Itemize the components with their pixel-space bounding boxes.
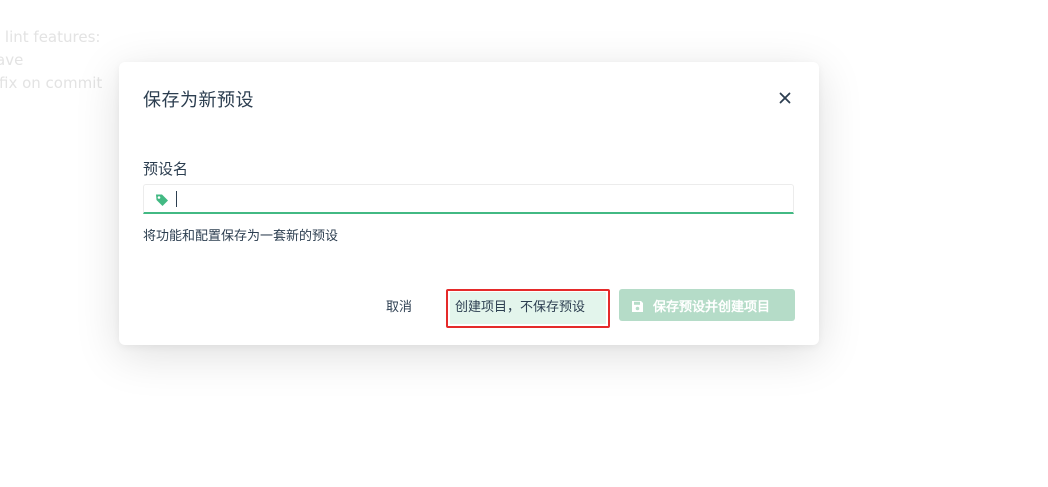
continue-without-saving-label: 创建项目，不保存预设 (450, 292, 606, 324)
save-preset-dialog: 保存为新预设 预设名 将功能和配置保存为一套新的预设 取消 创建项目，不保存预设… (119, 62, 819, 345)
close-icon (779, 92, 791, 104)
preset-name-input[interactable] (174, 185, 774, 213)
preset-hint: 将功能和配置保存为一套新的预设 (143, 229, 339, 244)
save-icon (632, 300, 643, 312)
preset-name-label: 预设名 (143, 160, 189, 178)
tag-icon (156, 194, 168, 206)
dialog-title: 保存为新预设 (143, 90, 254, 111)
save-preset-and-create-button[interactable]: 保存预设并创建项目 (619, 289, 795, 321)
close-button[interactable] (775, 88, 795, 108)
background-text: l lint features: ave fix on commit (0, 26, 102, 95)
save-preset-and-create-label: 保存预设并创建项目 (653, 299, 771, 315)
background-line: ave (0, 51, 24, 69)
cancel-button[interactable]: 取消 (373, 289, 425, 321)
continue-without-saving-button[interactable]: 创建项目，不保存预设 (446, 289, 610, 328)
background-line: fix on commit (0, 74, 103, 92)
background-line: l lint features: (0, 28, 101, 46)
preset-name-field[interactable] (143, 184, 794, 214)
text-caret (176, 191, 177, 207)
